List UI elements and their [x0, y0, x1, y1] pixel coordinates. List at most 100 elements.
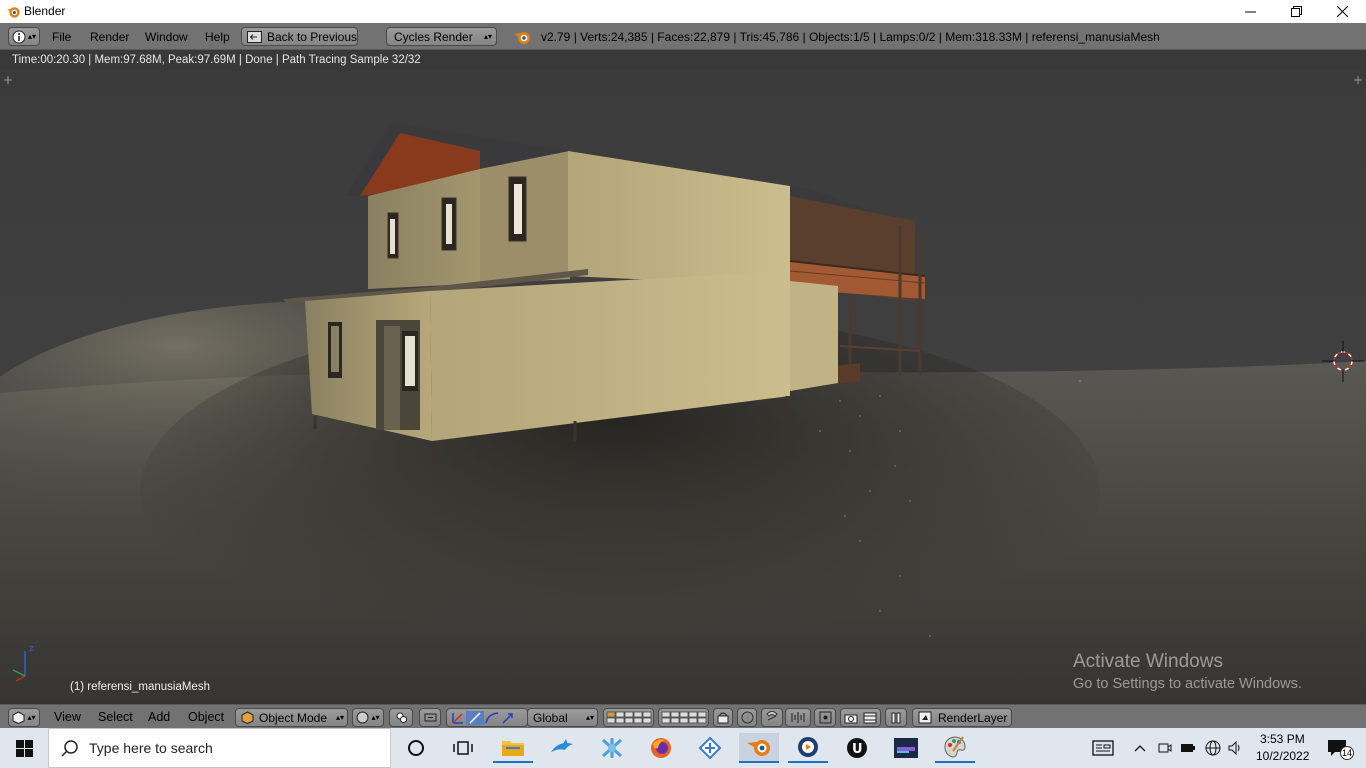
proportional-icon: [741, 711, 753, 724]
updown-arrows-icon: ▴▾: [27, 713, 36, 722]
menu-file[interactable]: File: [52, 30, 71, 44]
taskbar-file-explorer[interactable]: [493, 733, 533, 763]
layers-icon: [606, 711, 651, 723]
paint-app-icon: [894, 738, 918, 758]
orientation-select[interactable]: Global ▴▾: [527, 708, 598, 727]
back-to-previous-label: Back to Previous: [266, 29, 357, 44]
chevron-up-icon: [1134, 745, 1146, 752]
transform-manipulators[interactable]: [446, 708, 528, 727]
search-placeholder: Type here to search: [89, 740, 213, 756]
updown-arrows-icon: ▴▾: [27, 32, 37, 41]
animation-render-icon: [863, 712, 877, 723]
pivot-select[interactable]: [389, 708, 413, 727]
orientation-label: Global: [533, 710, 568, 725]
lock-camera-toggle[interactable]: [713, 708, 733, 727]
pause-icon: [891, 712, 901, 723]
snap-magnet-icon: [766, 711, 778, 721]
snap-target-select[interactable]: [814, 708, 836, 727]
info-header: ▴▾ File Render Window Help Back to Previ…: [0, 23, 1366, 50]
mode-select[interactable]: Object Mode ▴▾: [235, 708, 348, 727]
menu-window[interactable]: Window: [145, 30, 188, 44]
lock-icon: [717, 712, 729, 723]
taskbar-unreal-engine[interactable]: U: [837, 733, 877, 763]
updown-arrows-icon: ▴▾: [585, 713, 594, 722]
taskbar-media-app[interactable]: [788, 733, 828, 763]
taskbar-blender[interactable]: [739, 733, 779, 763]
window-titlebar: Blender: [0, 0, 1366, 23]
diamond-app-icon: [698, 736, 722, 760]
taskbar-paint[interactable]: [935, 733, 975, 763]
taskbar-dolphin-app[interactable]: [543, 733, 583, 763]
activate-windows-title: Activate Windows: [1073, 651, 1223, 672]
tray-news-button[interactable]: [1085, 733, 1121, 763]
menu-help[interactable]: Help: [205, 30, 230, 44]
area-split-icon[interactable]: +: [1353, 73, 1363, 87]
task-view-button[interactable]: [443, 733, 483, 763]
taskbar-network-app[interactable]: [592, 733, 632, 763]
manipulator-toggle[interactable]: [419, 708, 441, 727]
folder-icon: [502, 741, 524, 756]
notification-center-button[interactable]: 14: [1318, 733, 1356, 763]
translate-icon: [452, 712, 463, 724]
search-icon: [61, 740, 78, 757]
taskbar-diamond-app[interactable]: [690, 733, 730, 763]
pause-button[interactable]: [885, 708, 907, 727]
speaker-icon: [1228, 741, 1240, 755]
menu-add[interactable]: Add: [148, 710, 170, 724]
tray-overflow-button[interactable]: [1128, 733, 1152, 763]
media-player-icon: [798, 737, 818, 757]
menu-view[interactable]: View: [54, 710, 81, 724]
3d-viewport[interactable]: z + + (1) referensi_manusiaMesh: [0, 71, 1366, 704]
taskbar-firefox[interactable]: [641, 733, 681, 763]
tray-meet-button[interactable]: [1154, 733, 1176, 763]
battery-icon: [1181, 744, 1195, 752]
menu-object[interactable]: Object: [188, 710, 224, 724]
clock-date[interactable]: 10/2/2022: [1256, 749, 1309, 763]
rendered-scene: z: [0, 71, 1366, 704]
render-layer-label: RenderLayer: [938, 710, 1008, 725]
camera-render-icon: [844, 714, 858, 723]
back-to-previous-button[interactable]: Back to Previous: [241, 27, 358, 46]
windows-logo-icon: [15, 739, 33, 757]
taskbar-paint-net[interactable]: [886, 733, 926, 763]
editor-type-button[interactable]: ▴▾: [8, 708, 40, 727]
start-button[interactable]: [0, 728, 48, 768]
cortana-circle-icon: [408, 740, 424, 756]
taskbar-search-box[interactable]: Type here to search: [48, 728, 391, 768]
scene-layers[interactable]: [603, 708, 654, 727]
menu-select[interactable]: Select: [98, 710, 133, 724]
render-layer-select[interactable]: RenderLayer: [912, 708, 1012, 727]
minimize-button[interactable]: [1227, 0, 1273, 23]
snap-toggle[interactable]: [761, 708, 783, 727]
news-icon: [1092, 740, 1114, 756]
sphere-shading-icon: [356, 711, 369, 724]
restore-button[interactable]: [1273, 0, 1319, 23]
render-engine-select[interactable]: Cycles Render ▴▾: [386, 27, 497, 46]
back-icon: [247, 30, 262, 43]
shading-select[interactable]: ▴▾: [352, 708, 384, 727]
snap-element-select[interactable]: [785, 708, 811, 727]
scene-layers-2[interactable]: [658, 708, 709, 727]
globe-icon: [1205, 740, 1221, 756]
tray-network-button[interactable]: [1201, 733, 1225, 763]
clock-time[interactable]: 3:53 PM: [1260, 732, 1305, 746]
svg-text:z: z: [29, 644, 34, 654]
blender-logo-icon: [747, 740, 770, 756]
tray-battery-button[interactable]: [1177, 733, 1199, 763]
unreal-logo-icon: U: [847, 738, 867, 758]
editor-type-button[interactable]: ▴▾: [8, 27, 40, 46]
minimize-icon: [1244, 11, 1256, 13]
area-split-icon[interactable]: +: [3, 73, 13, 87]
menu-render[interactable]: Render: [90, 30, 129, 44]
close-button[interactable]: [1319, 0, 1365, 23]
window-title: Blender: [24, 4, 66, 18]
cortana-button[interactable]: [396, 733, 436, 763]
render-buttons[interactable]: [840, 708, 881, 727]
manipulator-icon: [424, 713, 436, 722]
notification-count-badge: 14: [1340, 746, 1354, 760]
scale-icon: [485, 711, 499, 723]
render-engine-label: Cycles Render: [394, 29, 473, 44]
restore-icon: [1290, 6, 1302, 17]
tray-volume-button[interactable]: [1225, 733, 1247, 763]
proportional-edit-toggle[interactable]: [737, 708, 757, 727]
